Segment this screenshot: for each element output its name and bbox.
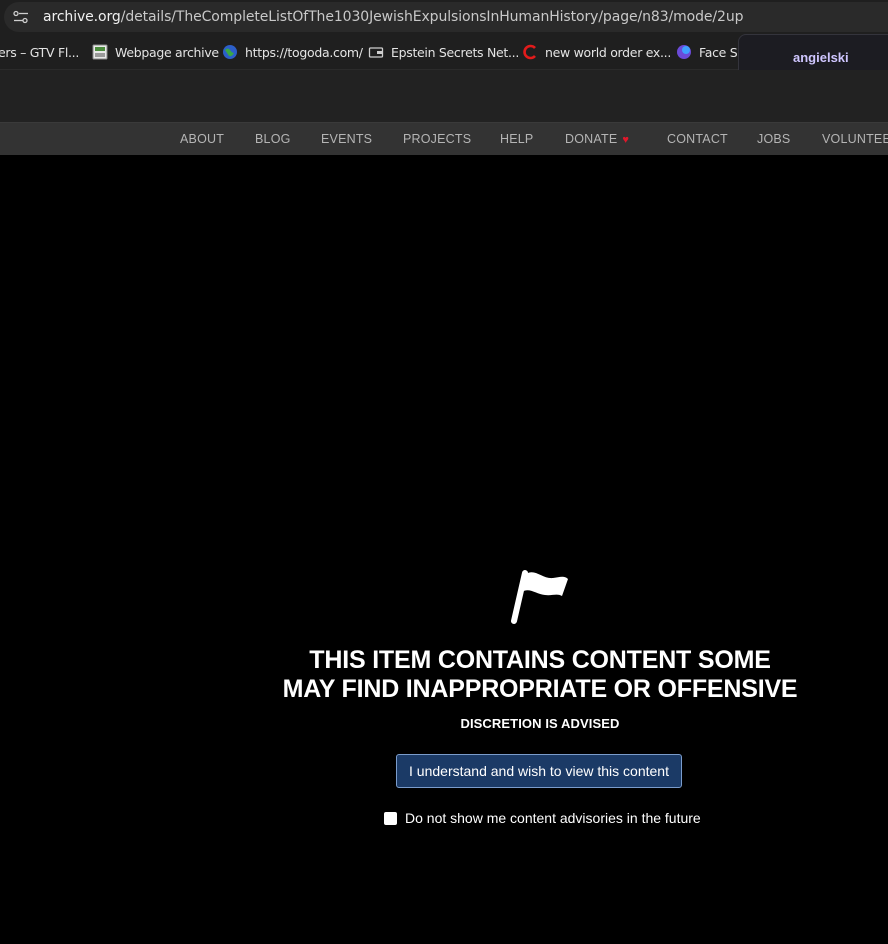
url-text[interactable]: archive.org/details/TheCompleteListOfThe… <box>43 9 744 25</box>
bookmark-gtv[interactable]: ers – GTV Fl... <box>0 43 79 61</box>
nav-about[interactable]: ABOUT <box>180 132 224 146</box>
bookmark-label: Webpage archive <box>115 44 219 60</box>
bookmark-label: Epstein Secrets Net... <box>391 44 520 60</box>
view-content-button[interactable]: I understand and wish to view this conte… <box>396 754 682 788</box>
site-info-icon[interactable] <box>13 10 29 24</box>
globe-icon <box>223 45 237 59</box>
language-tab[interactable]: angielski <box>793 50 849 65</box>
bookmark-label: https://togoda.com/ <box>245 44 363 60</box>
folder-icon <box>368 47 384 58</box>
site-header <box>0 70 888 122</box>
bookmark-label: ers – GTV Fl... <box>0 44 80 60</box>
nav-jobs[interactable]: JOBS <box>757 132 790 146</box>
advisory-subhead: DISCRETION IS ADVISED <box>460 716 620 731</box>
archive-icon <box>92 44 108 60</box>
nav-events[interactable]: EVENTS <box>321 132 372 146</box>
nav-volunteer[interactable]: VOLUNTEER <box>822 132 888 146</box>
optout-label: Do not show me content advisories in the… <box>405 810 701 826</box>
nav-donate-label: DONATE <box>565 132 618 146</box>
red-c-icon <box>523 44 536 60</box>
bookmark-face-swap[interactable]: Face Sw <box>676 43 748 61</box>
headline-line-2: MAY FIND INAPPROPRIATE OR OFFENSIVE <box>282 675 798 703</box>
nav-donate[interactable]: DONATE ♥ <box>565 132 629 146</box>
flag-icon <box>511 570 568 624</box>
nav-contact[interactable]: CONTACT <box>667 132 728 146</box>
url-field[interactable]: archive.org/details/TheCompleteListOfThe… <box>4 2 888 32</box>
bookmark-epstein[interactable]: Epstein Secrets Net... <box>368 43 519 61</box>
bookmark-webpage-archive[interactable]: Webpage archive <box>92 43 219 61</box>
advisory-headline: THIS ITEM CONTAINS CONTENT SOME MAY FIND… <box>260 646 820 704</box>
face-swap-icon <box>677 45 691 59</box>
bookmark-nwo[interactable]: new world order ex... <box>522 43 671 61</box>
bookmark-togoda[interactable]: https://togoda.com/ <box>222 43 363 61</box>
top-nav: ABOUT BLOG EVENTS PROJECTS HELP DONATE ♥ … <box>0 122 888 155</box>
headline-line-1: THIS ITEM CONTAINS CONTENT SOME <box>309 646 771 674</box>
browser-address-bar: archive.org/details/TheCompleteListOfThe… <box>0 0 888 34</box>
optout-checkbox[interactable] <box>384 811 397 825</box>
bookmark-label: new world order ex... <box>545 44 671 60</box>
nav-blog[interactable]: BLOG <box>255 132 291 146</box>
nav-projects[interactable]: PROJECTS <box>403 132 471 146</box>
nav-help[interactable]: HELP <box>500 132 533 146</box>
optout-row[interactable]: Do not show me content advisories in the… <box>384 810 701 826</box>
heart-icon: ♥ <box>622 134 630 146</box>
